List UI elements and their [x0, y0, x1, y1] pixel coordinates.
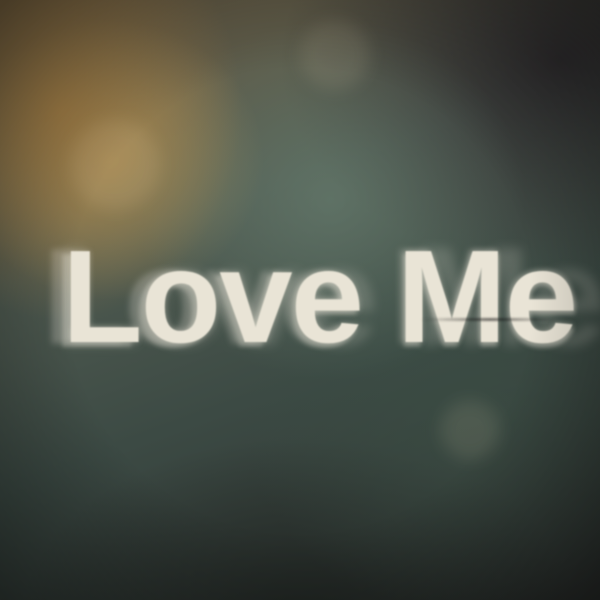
dark-streak: [420, 318, 560, 321]
title-group: Love Me Love Me Love Me Love Me: [0, 218, 600, 376]
bokeh-light: [300, 20, 370, 90]
background-photo: Love Me Love Me Love Me Love Me: [0, 0, 600, 600]
bokeh-light: [440, 400, 500, 460]
title-text: Love Me: [62, 223, 578, 370]
bokeh-light: [70, 120, 160, 210]
